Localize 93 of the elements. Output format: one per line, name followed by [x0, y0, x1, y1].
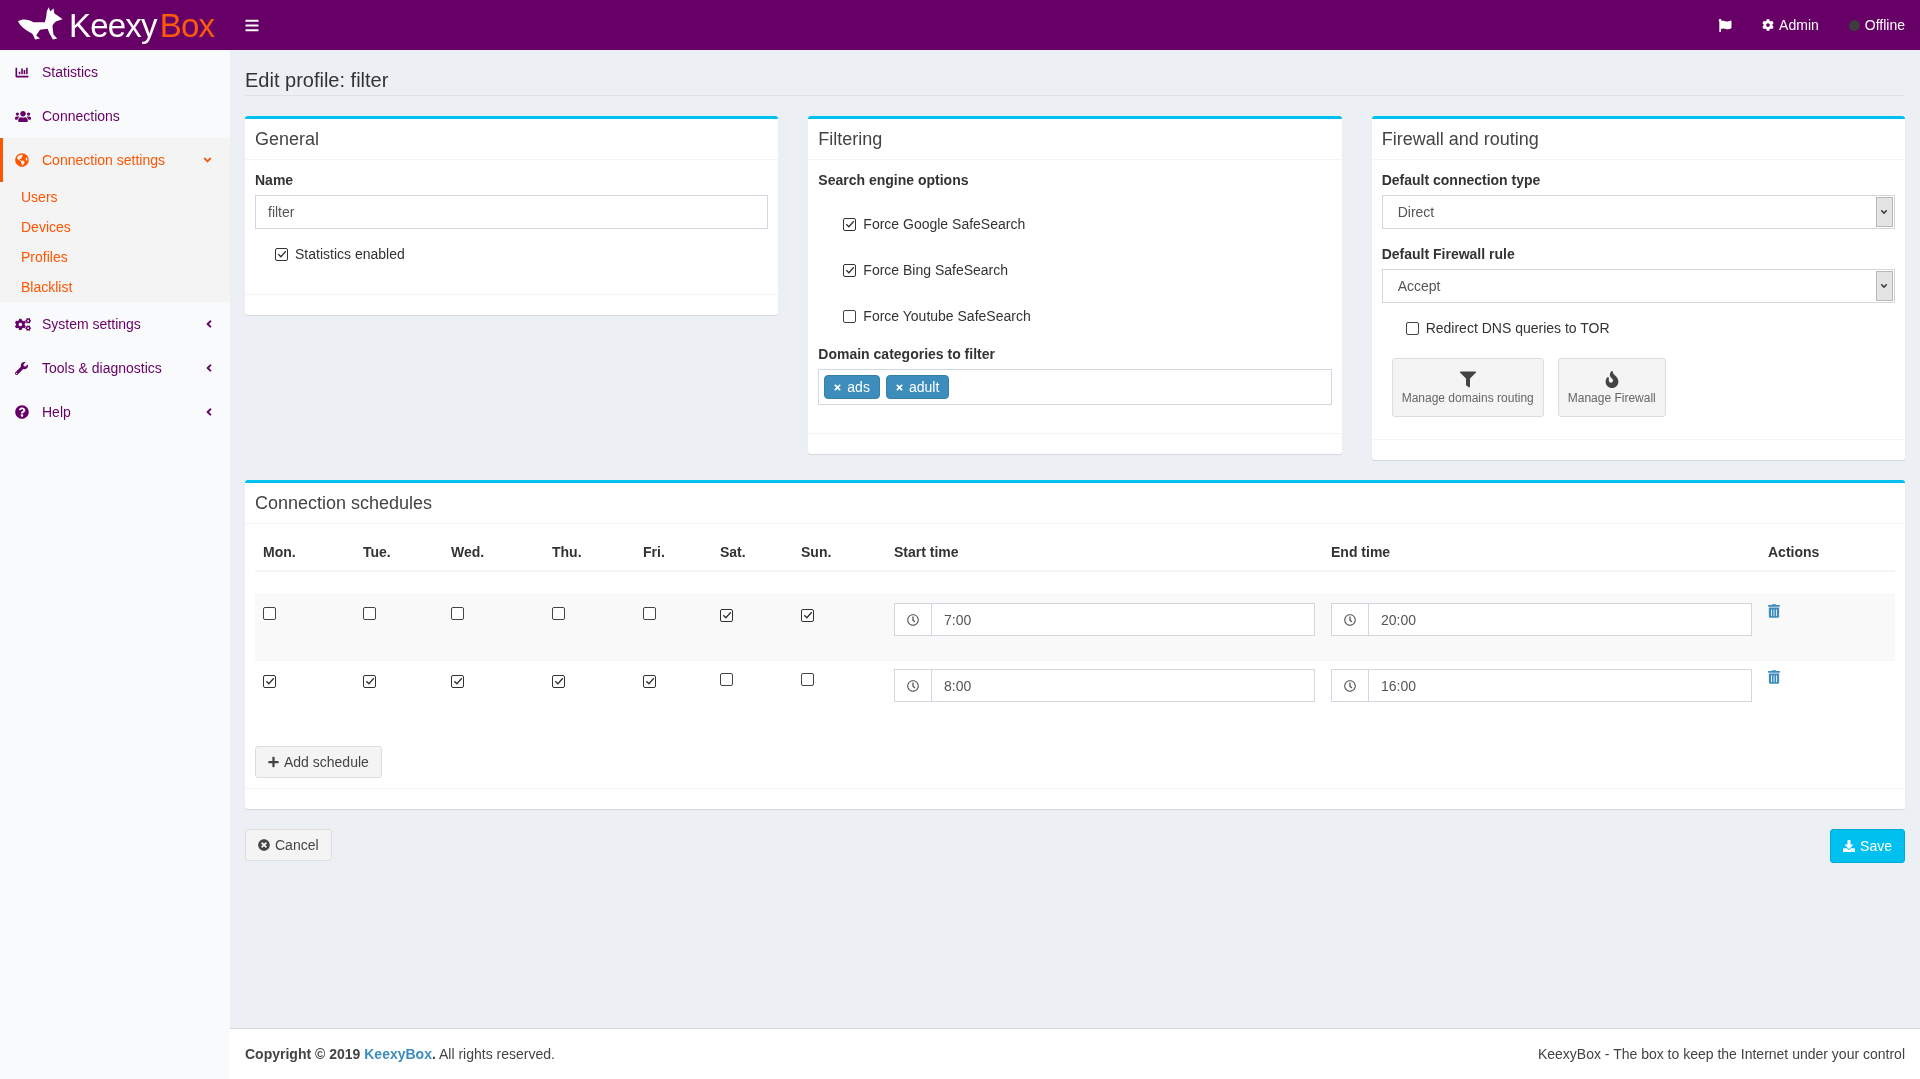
- users-icon: [15, 109, 31, 123]
- panel-title: Connection schedules: [255, 493, 434, 513]
- field-label: Domain categories to filter: [818, 345, 996, 364]
- column-header: Thu.: [551, 543, 583, 562]
- start-time-field[interactable]: 8:00: [931, 669, 1315, 702]
- copyright-text: Copyright © 2019 KeexyBox. All rights reserved.: [245, 1046, 555, 1062]
- flame-icon: [1604, 370, 1619, 388]
- checkbox[interactable]: [363, 674, 376, 688]
- column-header: Sat.: [719, 543, 747, 562]
- sidebar-item[interactable]: Statistics: [0, 50, 230, 94]
- checkbox[interactable]: [552, 674, 565, 688]
- column-header: Start time: [893, 543, 960, 562]
- end-time-field[interactable]: 16:00: [1368, 669, 1752, 702]
- chevron-down-icon: [1876, 271, 1893, 301]
- help-icon: [15, 405, 29, 419]
- app-button[interactable]: Manage domains routing: [1391, 358, 1544, 417]
- checkbox[interactable]: [643, 674, 656, 688]
- sidebar-item[interactable]: Help: [0, 390, 230, 434]
- cancel-button[interactable]: Cancel: [245, 829, 332, 861]
- add-schedule-button[interactable]: Add schedule: [255, 746, 382, 778]
- clock-icon: [1344, 613, 1356, 626]
- clock-icon: [907, 679, 919, 692]
- flag-icon[interactable]: [1718, 18, 1733, 32]
- status-label: Offline: [1864, 17, 1905, 33]
- chevron-down-icon: [1876, 197, 1893, 227]
- name-field[interactable]: filter: [255, 195, 769, 229]
- app-button[interactable]: Manage Firewall: [1557, 358, 1666, 417]
- checkbox[interactable]: [451, 674, 464, 688]
- sidebar-item[interactable]: Connections: [0, 94, 230, 138]
- field-label: Search engine options: [818, 171, 970, 190]
- checkbox[interactable]: [263, 674, 276, 688]
- page-title: Edit profile: filter: [245, 68, 1905, 96]
- panel-title: General: [255, 129, 321, 149]
- field-label: Default connection type: [1381, 171, 1542, 190]
- checkbox[interactable]: [843, 309, 857, 323]
- column-header: Mon.: [262, 543, 297, 562]
- checkbox[interactable]: [643, 607, 656, 620]
- tag-text: ads: [847, 379, 870, 395]
- connection-type-select[interactable]: Direct: [1381, 195, 1895, 229]
- field-label: Default Firewall rule: [1381, 245, 1516, 264]
- tagline-text: KeexyBox - The box to keep the Internet under your control: [1537, 1046, 1905, 1062]
- panel-title: Filtering: [818, 129, 884, 149]
- column-header: Fri.: [642, 543, 666, 562]
- checkbox[interactable]: [275, 247, 288, 261]
- menu-icon[interactable]: [245, 17, 259, 33]
- clock-icon: [907, 613, 919, 626]
- tag-text: adult: [908, 379, 940, 395]
- checkbox[interactable]: [263, 607, 276, 620]
- keexybox-link[interactable]: KeexyBox: [364, 1046, 432, 1062]
- checkbox-label: Force Bing SafeSearch: [863, 261, 1009, 280]
- checkbox[interactable]: [363, 607, 376, 620]
- checkbox-label: Redirect DNS queries to TOR: [1425, 319, 1610, 338]
- admin-link[interactable]: Admin: [1762, 17, 1819, 33]
- funnel-icon: [1459, 370, 1476, 388]
- checkbox[interactable]: [552, 607, 565, 620]
- globe-icon: [15, 153, 29, 167]
- checkbox[interactable]: [451, 607, 464, 620]
- sidebar-item[interactable]: Tools & diagnostics: [0, 346, 230, 390]
- column-header: End time: [1330, 543, 1392, 562]
- column-header: Wed.: [450, 543, 486, 562]
- checkbox[interactable]: [720, 673, 733, 686]
- checkbox[interactable]: [843, 263, 857, 277]
- checkbox-label: Statistics enabled: [295, 245, 405, 264]
- end-time-field[interactable]: 20:00: [1368, 603, 1752, 636]
- checkbox[interactable]: [801, 608, 814, 622]
- tags-field[interactable]: ads adult: [818, 369, 1332, 405]
- download-icon: [1843, 840, 1856, 852]
- column-header: Sun.: [800, 543, 833, 562]
- column-header: Tue.: [362, 543, 392, 562]
- delete-icon[interactable]: [1768, 670, 1780, 684]
- checkbox-label: Force Youtube SafeSearch: [863, 307, 1031, 326]
- plus-icon: [268, 756, 279, 768]
- gears-icon: [15, 317, 31, 331]
- remove-icon[interactable]: [895, 382, 903, 392]
- cancel-icon: [258, 839, 270, 851]
- bar-chart-icon: [15, 65, 29, 79]
- logo-text: KeexyBox: [69, 8, 215, 42]
- field-label: Name: [255, 171, 295, 190]
- remove-icon[interactable]: [834, 382, 842, 392]
- delete-icon[interactable]: [1768, 604, 1780, 618]
- column-header: Actions: [1767, 543, 1821, 562]
- checkbox[interactable]: [801, 673, 814, 686]
- settings-icon: [1762, 19, 1775, 31]
- checkbox[interactable]: [843, 217, 857, 231]
- checkbox-label: Force Google SafeSearch: [863, 215, 1026, 234]
- panel-title: Firewall and routing: [1381, 129, 1540, 149]
- clock-icon: [1344, 679, 1356, 692]
- sidebar-item[interactable]: System settings: [0, 302, 230, 346]
- start-time-field[interactable]: 7:00: [931, 603, 1315, 636]
- checkbox[interactable]: [1405, 321, 1419, 335]
- firewall-rule-select[interactable]: Accept: [1381, 269, 1895, 303]
- checkbox[interactable]: [720, 608, 733, 622]
- wrench-icon: [15, 361, 28, 375]
